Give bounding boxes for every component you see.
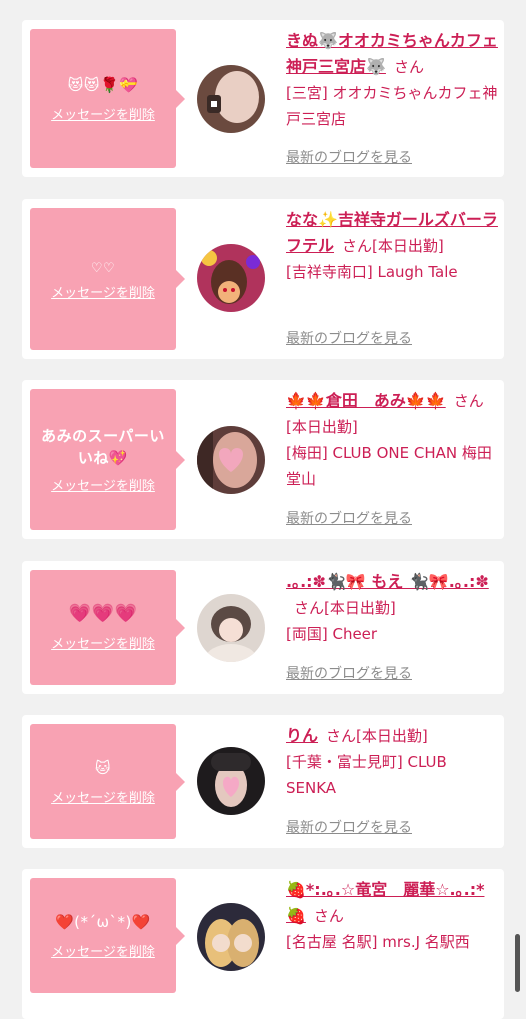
- avatar-photo: [197, 747, 265, 815]
- avatar[interactable]: [197, 594, 265, 662]
- message-text: ♡♡: [90, 260, 116, 276]
- message-bubble: ❤️(*´ω`*)❤️ メッセージを削除: [30, 878, 185, 993]
- message-bubble: 😻😻🌹💝 メッセージを削除: [30, 29, 185, 168]
- user-name-link[interactable]: .｡.:✽🐈‍⬛🎀 もえ 🐈‍⬛🎀.｡.:✽: [286, 572, 489, 591]
- message-bubble: あみのスーパーいいね💖 メッセージを削除: [30, 389, 185, 530]
- delete-message-link[interactable]: メッセージを削除: [51, 787, 155, 806]
- avatar-photo: [197, 244, 265, 312]
- message-text: 🐱: [94, 759, 112, 777]
- avatar[interactable]: [197, 426, 265, 494]
- avatar-photo: [197, 65, 265, 133]
- shop-name: [両国] Cheer: [286, 625, 378, 643]
- item-info: .｡.:✽🐈‍⬛🎀 もえ 🐈‍⬛🎀.｡.:✽ さん[本日出勤] [両国] Chee…: [286, 569, 500, 647]
- delete-message-link[interactable]: メッセージを削除: [51, 475, 155, 494]
- item-info: りん さん[本日出勤] [千葉・富士見町] CLUB SENKA: [286, 723, 500, 801]
- shop-name: [三宮] オオカミちゃんカフェ神戸三宮店: [286, 84, 498, 128]
- user-name-link[interactable]: 🍁🍁倉田 あみ🍁🍁: [286, 391, 446, 410]
- shop-name: [千葉・富士見町] CLUB SENKA: [286, 753, 447, 797]
- name-suffix: さん: [313, 907, 344, 925]
- latest-blog-link[interactable]: 最新のブログを見る: [286, 663, 412, 683]
- message-text: あみのスーパーいいね💖: [41, 427, 165, 467]
- delete-message-link[interactable]: メッセージを削除: [51, 941, 155, 960]
- latest-blog-link[interactable]: 最新のブログを見る: [286, 508, 412, 528]
- list-item: 🐱 メッセージを削除 りん さん[本日出勤] [千葉・富士見町] CLUB SEN…: [22, 715, 504, 848]
- avatar-photo: [197, 903, 265, 971]
- message-bubble: 🐱 メッセージを削除: [30, 724, 185, 839]
- message-text: 😻😻🌹💝: [67, 76, 139, 94]
- item-info: 🍓*:.｡.☆竜宮 麗華☆.｡.:*🍓 さん [名古屋 名駅] mrs.J 名駅西: [286, 877, 500, 955]
- latest-blog-link[interactable]: 最新のブログを見る: [286, 817, 412, 837]
- message-text: ❤️(*´ω`*)❤️: [54, 913, 152, 931]
- shop-name: [名古屋 名駅] mrs.J 名駅西: [286, 933, 470, 951]
- list-item: ♡♡ メッセージを削除 なな✨吉祥寺ガールズバーラフテル さん[本日出勤] [吉祥…: [22, 199, 504, 359]
- message-text: 💗💗💗: [68, 603, 138, 624]
- name-suffix: さん: [393, 58, 424, 76]
- item-info: 🍁🍁倉田 あみ🍁🍁 さん[本日出勤] [梅田] CLUB ONE CHAN 梅田堂…: [286, 388, 500, 492]
- avatar[interactable]: [197, 244, 265, 312]
- scrollbar[interactable]: [515, 934, 520, 992]
- name-suffix: さん[本日出勤]: [342, 237, 444, 255]
- message-bubble: ♡♡ メッセージを削除: [30, 208, 185, 350]
- name-suffix: さん[本日出勤]: [326, 727, 428, 745]
- item-info: きぬ🐺オオカミちゃんカフェ神戸三宮店🐺 さん [三宮] オオカミちゃんカフェ神戸三…: [286, 28, 500, 132]
- avatar-photo: [197, 594, 265, 662]
- user-name-link[interactable]: りん: [286, 726, 318, 745]
- list-item: ❤️(*´ω`*)❤️ メッセージを削除 🍓*:.｡.☆竜宮 麗華☆.｡.:*🍓…: [22, 869, 504, 1019]
- delete-message-link[interactable]: メッセージを削除: [51, 633, 155, 652]
- avatar[interactable]: [197, 747, 265, 815]
- shop-name: [吉祥寺南口] Laugh Tale: [286, 263, 458, 281]
- avatar[interactable]: [197, 65, 265, 133]
- list-item: あみのスーパーいいね💖 メッセージを削除 🍁🍁倉田 あみ🍁🍁 さん[本日出勤] […: [22, 380, 504, 539]
- list-item: 😻😻🌹💝 メッセージを削除 きぬ🐺オオカミちゃんカフェ神戸三宮店🐺 さん [三宮]…: [22, 20, 504, 177]
- list-item: 💗💗💗 メッセージを削除 .｡.:✽🐈‍⬛🎀 もえ 🐈‍⬛🎀.｡.:✽ さん[本日…: [22, 561, 504, 694]
- user-name-link[interactable]: きぬ🐺オオカミちゃんカフェ神戸三宮店🐺: [286, 31, 498, 76]
- item-info: なな✨吉祥寺ガールズバーラフテル さん[本日出勤] [吉祥寺南口] Laugh T…: [286, 207, 500, 285]
- latest-blog-link[interactable]: 最新のブログを見る: [286, 147, 412, 167]
- name-suffix: さん[本日出勤]: [294, 599, 396, 617]
- avatar-photo: [197, 426, 265, 494]
- latest-blog-link[interactable]: 最新のブログを見る: [286, 328, 412, 348]
- message-bubble: 💗💗💗 メッセージを削除: [30, 570, 185, 685]
- delete-message-link[interactable]: メッセージを削除: [51, 282, 155, 301]
- shop-name: [梅田] CLUB ONE CHAN 梅田堂山: [286, 444, 492, 488]
- delete-message-link[interactable]: メッセージを削除: [51, 104, 155, 123]
- avatar[interactable]: [197, 903, 265, 971]
